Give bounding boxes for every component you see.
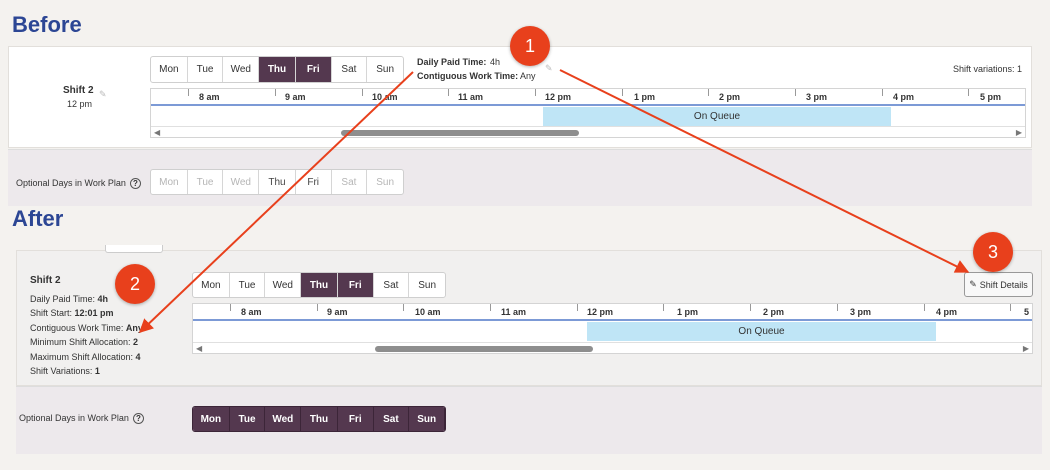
day-thu[interactable]: Thu (259, 57, 296, 82)
day-mon[interactable]: Mon (193, 273, 230, 297)
day-fri[interactable]: Fri (337, 273, 374, 297)
on-queue-block[interactable]: On Queue (543, 107, 891, 126)
day-fri[interactable]: Fri (337, 407, 374, 431)
before-contiguous-label: Contiguous Work Time: (417, 71, 519, 81)
after-detail-row: Maximum Shift Allocation: 4 (30, 352, 141, 362)
scroll-right-icon[interactable]: ▶ (1023, 343, 1029, 355)
hour-label: 11 am (458, 92, 484, 102)
day-thu[interactable]: Thu (259, 170, 296, 194)
after-shift-name: Shift 2 (30, 275, 61, 286)
day-wed[interactable]: Wed (265, 273, 302, 297)
day-tue[interactable]: Tue (188, 170, 224, 194)
scroll-thumb[interactable] (341, 130, 579, 136)
hour-label: 8 am (199, 92, 220, 102)
day-sat[interactable]: Sat (374, 273, 410, 297)
hour-label: 5 (1024, 307, 1030, 317)
hour-label: 9 am (285, 92, 306, 102)
before-shift-variations: Shift variations: 1 (953, 64, 1023, 74)
before-daily-paid-value: 4h (490, 57, 501, 67)
hour-label: 2 pm (763, 307, 785, 317)
hour-label: 4 pm (936, 307, 958, 317)
hour-label: 10 am (372, 92, 398, 102)
day-tue[interactable]: Tue (188, 57, 224, 82)
scroll-left-icon[interactable]: ◀ (154, 127, 160, 139)
day-thu[interactable]: Thu (301, 273, 338, 297)
before-days-selector: Mon Tue Wed Thu Fri Sat Sun (150, 56, 404, 83)
scroll-right-icon[interactable]: ▶ (1016, 127, 1022, 139)
horizontal-scrollbar[interactable]: ◀ ▶ (151, 126, 1025, 138)
hour-label: 11 am (501, 307, 527, 317)
before-optional-days: Mon Tue Wed Thu Fri Sat Sun (150, 169, 404, 195)
day-mon[interactable]: Mon (193, 407, 230, 431)
day-wed[interactable]: Wed (223, 57, 260, 82)
after-heading: After (12, 206, 64, 231)
edit-icon[interactable]: ✎ (99, 89, 107, 100)
day-mon[interactable]: Mon (151, 57, 188, 82)
after-detail-row: Shift Variations: 1 (30, 366, 100, 376)
hour-label: 3 pm (850, 307, 872, 317)
hour-label: 9 am (327, 307, 348, 317)
before-shift-name: Shift 2 (63, 85, 94, 96)
after-optional-label: Optional Days in Work Plan? (19, 413, 144, 425)
after-detail-row: Daily Paid Time: 4h (30, 294, 109, 304)
before-shift-time: 12 pm (67, 99, 93, 109)
day-wed[interactable]: Wed (223, 170, 260, 194)
scroll-thumb[interactable] (375, 346, 593, 352)
hour-label: 12 pm (545, 92, 572, 102)
before-timeline: 8 am 9 am 10 am 11 am 12 pm 1 pm 2 pm 3 … (150, 88, 1026, 138)
edit-icon: ✎ (969, 279, 977, 289)
hour-label: 12 pm (587, 307, 614, 317)
edit-icon[interactable]: ✎ (545, 63, 553, 74)
hour-label: 5 pm (980, 92, 1002, 102)
after-optional-days: Mon Tue Wed Thu Fri Sat Sun (192, 406, 446, 432)
day-mon[interactable]: Mon (151, 170, 188, 194)
after-detail-row: Minimum Shift Allocation: 2 (30, 337, 139, 347)
help-icon[interactable]: ? (132, 413, 144, 425)
horizontal-scrollbar[interactable]: ◀ ▶ (193, 342, 1032, 354)
hour-label: 1 pm (634, 92, 656, 102)
day-sun[interactable]: Sun (409, 407, 445, 431)
before-heading: Before (12, 12, 82, 37)
shift-details-button[interactable]: ✎ Shift Details (964, 272, 1033, 297)
hour-label: 4 pm (893, 92, 915, 102)
day-fri[interactable]: Fri (296, 170, 332, 194)
hour-label: 2 pm (719, 92, 741, 102)
day-tue[interactable]: Tue (230, 273, 266, 297)
callout-badge-1: 1 (510, 26, 550, 66)
day-sat[interactable]: Sat (373, 407, 410, 431)
scroll-left-icon[interactable]: ◀ (196, 343, 202, 355)
after-optional-band: Optional Days in Work Plan? (16, 386, 1042, 454)
callout-badge-2: 2 (115, 264, 155, 304)
day-wed[interactable]: Wed (265, 407, 302, 431)
after-detail-row: Shift Start: 12:01 pm (30, 308, 114, 318)
day-fri[interactable]: Fri (295, 57, 332, 82)
before-daily-paid-label: Daily Paid Time: (417, 57, 487, 67)
after-days-selector: Mon Tue Wed Thu Fri Sat Sun (192, 272, 446, 298)
before-optional-label: Optional Days in Work Plan? (16, 178, 141, 190)
day-thu[interactable]: Thu (301, 407, 338, 431)
callout-badge-3: 3 (973, 232, 1013, 272)
hour-label: 3 pm (806, 92, 828, 102)
after-timeline: 8 am 9 am 10 am 11 am 12 pm 1 pm 2 pm 3 … (192, 303, 1033, 354)
on-queue-block[interactable]: On Queue (587, 322, 936, 341)
after-detail-row: Contiguous Work Time: Any (30, 323, 143, 333)
day-sun[interactable]: Sun (367, 170, 403, 194)
day-sun[interactable]: Sun (367, 57, 403, 82)
hour-label: 1 pm (677, 307, 699, 317)
hour-label: 8 am (241, 307, 262, 317)
help-icon[interactable]: ? (129, 178, 141, 190)
day-sat[interactable]: Sat (332, 170, 368, 194)
day-tue[interactable]: Tue (229, 407, 266, 431)
hour-label: 10 am (415, 307, 441, 317)
day-sun[interactable]: Sun (409, 273, 445, 297)
day-sat[interactable]: Sat (332, 57, 368, 82)
before-contiguous-value: Any (520, 71, 536, 81)
